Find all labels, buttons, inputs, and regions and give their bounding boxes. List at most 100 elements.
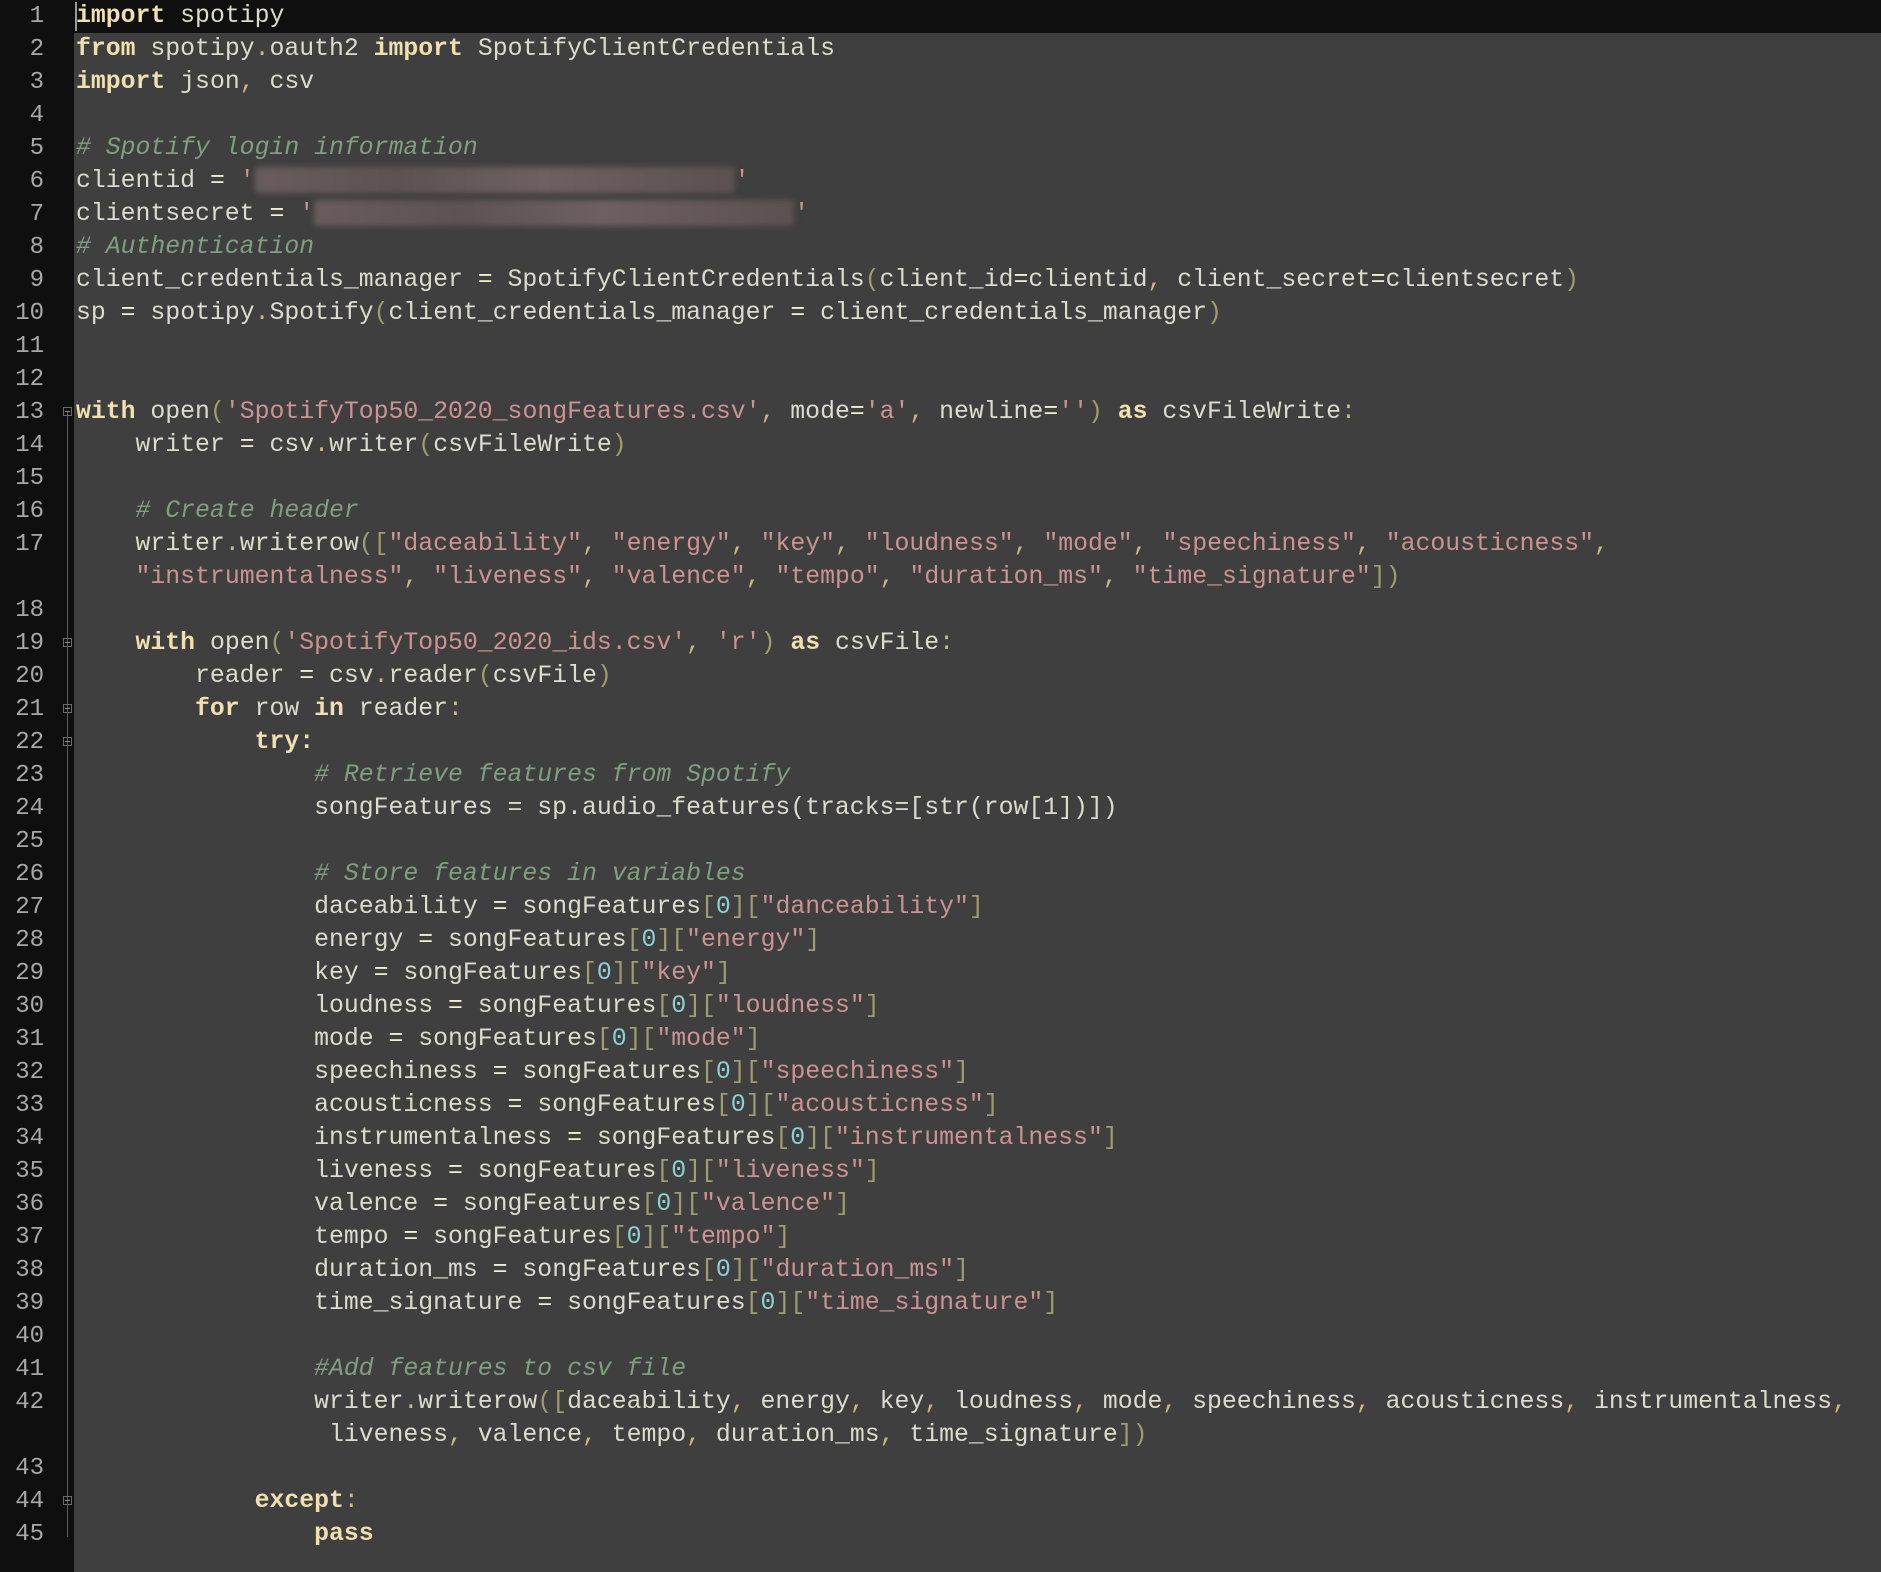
code-text: daceability = songFeatures[0]["danceabil… xyxy=(76,891,984,924)
code-line[interactable]: 33 acousticness = songFeatures[0]["acous… xyxy=(0,1089,1881,1122)
code-line[interactable]: 31 mode = songFeatures[0]["mode"] xyxy=(0,1023,1881,1056)
code-line[interactable]: 37 tempo = songFeatures[0]["tempo"] xyxy=(0,1221,1881,1254)
code-content: energy = songFeatures[0]["energy"] xyxy=(76,926,821,954)
code-line[interactable]: 7 clientsecret = ' ' xyxy=(0,198,1881,231)
line-number: 8 xyxy=(29,234,44,261)
line-number: 42 xyxy=(15,1389,44,1416)
code-line[interactable]: 1 import spotipy xyxy=(0,0,1881,33)
code-line[interactable]: 8 # Authentication xyxy=(0,231,1881,264)
line-number: 1 xyxy=(29,3,44,30)
line-number: 7 xyxy=(29,201,44,228)
code-line[interactable]: 15 xyxy=(0,462,1881,495)
code-line[interactable]: 10 sp = spotipy.Spotify(client_credential… xyxy=(0,297,1881,330)
code-content: from spotipy.oauth2 import SpotifyClient… xyxy=(76,35,835,63)
code-editor[interactable]: 1 import spotipy 2 from spotipy.oauth2 impo… xyxy=(0,0,1881,1551)
fold-collapse-icon[interactable] xyxy=(63,704,72,713)
code-content: acousticness = songFeatures[0]["acoustic… xyxy=(76,1091,999,1119)
line-number: 25 xyxy=(15,828,44,855)
code-line[interactable]: 14 writer = csv.writer(csvFileWrite) xyxy=(0,429,1881,462)
code-line[interactable]: 9 client_credentials_manager = SpotifyCli… xyxy=(0,264,1881,297)
code-line[interactable]: 43 xyxy=(0,1452,1881,1485)
code-text: time_signature = songFeatures[0]["time_s… xyxy=(76,1287,1058,1320)
fold-collapse-icon[interactable] xyxy=(63,1496,72,1505)
code-line[interactable]: 12 xyxy=(0,363,1881,396)
line-number: 30 xyxy=(15,993,44,1020)
code-text: # Retrieve features from Spotify xyxy=(76,759,790,792)
code-line[interactable]: 2 from spotipy.oauth2 import SpotifyClien… xyxy=(0,33,1881,66)
line-number: 9 xyxy=(29,267,44,294)
code-line[interactable]: 26 # Store features in variables xyxy=(0,858,1881,891)
code-line[interactable]: 28 energy = songFeatures[0]["energy"] xyxy=(0,924,1881,957)
code-line-wrapped[interactable]: "instrumentalness", "liveness", "valence… xyxy=(0,561,1881,594)
code-text: writer.writerow([daceability, energy, ke… xyxy=(76,1386,1847,1419)
code-text: tempo = songFeatures[0]["tempo"] xyxy=(76,1221,790,1254)
code-text: songFeatures = sp.audio_features(tracks=… xyxy=(76,792,1118,825)
code-content: valence = songFeatures[0]["valence"] xyxy=(76,1190,850,1218)
code-content: writer.writerow(["daceability", "energy"… xyxy=(76,530,1609,558)
code-text: from spotipy.oauth2 import SpotifyClient… xyxy=(76,33,835,66)
code-line[interactable]: 24 songFeatures = sp.audio_features(trac… xyxy=(0,792,1881,825)
code-text: clientsecret = ' ' xyxy=(76,198,809,231)
code-line[interactable]: 11 xyxy=(0,330,1881,363)
code-text: try: xyxy=(76,726,315,759)
line-number: 22 xyxy=(15,729,44,756)
code-line-wrapped[interactable]: liveness, valence, tempo, duration_ms, t… xyxy=(0,1419,1881,1452)
code-line[interactable]: 17 writer.writerow(["daceability", "ener… xyxy=(0,528,1881,561)
code-line[interactable]: 32 speechiness = songFeatures[0]["speech… xyxy=(0,1056,1881,1089)
string-quote: ' xyxy=(734,167,750,195)
code-line[interactable]: 16 # Create header xyxy=(0,495,1881,528)
code-line[interactable]: 36 valence = songFeatures[0]["valence"] xyxy=(0,1188,1881,1221)
code-content: client_credentials_manager = SpotifyClie… xyxy=(76,266,1580,294)
code-line[interactable]: 3 import json, csv xyxy=(0,66,1881,99)
line-number: 31 xyxy=(15,1026,44,1053)
code-line[interactable]: 40 xyxy=(0,1320,1881,1353)
code-line[interactable]: 21 for row in reader: xyxy=(0,693,1881,726)
code-text: "instrumentalness", "liveness", "valence… xyxy=(76,561,1401,594)
code-line[interactable]: 42 writer.writerow([daceability, energy,… xyxy=(0,1386,1881,1419)
code-content: liveness, valence, tempo, duration_ms, t… xyxy=(76,1421,1148,1449)
code-text: with open('SpotifyTop50_2020_songFeature… xyxy=(76,396,1356,429)
code-line[interactable]: 6 clientid = ' ' xyxy=(0,165,1881,198)
line-number: 10 xyxy=(15,300,44,327)
code-line[interactable]: 23 # Retrieve features from Spotify xyxy=(0,759,1881,792)
line-number: 15 xyxy=(15,465,44,492)
code-text: duration_ms = songFeatures[0]["duration_… xyxy=(76,1254,969,1287)
code-line[interactable]: 38 duration_ms = songFeatures[0]["durati… xyxy=(0,1254,1881,1287)
code-text: liveness = songFeatures[0]["liveness"] xyxy=(76,1155,880,1188)
fold-collapse-icon[interactable] xyxy=(63,638,72,647)
code-line[interactable]: 19 with open('SpotifyTop50_2020_ids.csv'… xyxy=(0,627,1881,660)
code-line[interactable]: 18 xyxy=(0,594,1881,627)
code-content: liveness = songFeatures[0]["liveness"] xyxy=(76,1157,880,1185)
code-line[interactable]: 4 xyxy=(0,99,1881,132)
code-line[interactable]: 20 reader = csv.reader(csvFile) xyxy=(0,660,1881,693)
code-line[interactable]: 27 daceability = songFeatures[0]["dancea… xyxy=(0,891,1881,924)
code-text: acousticness = songFeatures[0]["acoustic… xyxy=(76,1089,999,1122)
code-text: # Create header xyxy=(76,495,359,528)
code-text: # Authentication xyxy=(76,231,314,264)
line-number: 43 xyxy=(15,1455,44,1482)
code-content: except: xyxy=(254,1487,359,1515)
code-line[interactable]: 25 xyxy=(0,825,1881,858)
line-number: 29 xyxy=(15,960,44,987)
code-line[interactable]: 44 except: xyxy=(0,1485,1881,1518)
code-line[interactable]: 41 #Add features to csv file xyxy=(0,1353,1881,1386)
code-line[interactable]: 30 loudness = songFeatures[0]["loudness"… xyxy=(0,990,1881,1023)
code-line[interactable]: 29 key = songFeatures[0]["key"] xyxy=(0,957,1881,990)
code-line[interactable]: 22 try: xyxy=(0,726,1881,759)
code-line[interactable]: 35 liveness = songFeatures[0]["liveness"… xyxy=(0,1155,1881,1188)
code-line[interactable]: 34 instrumentalness = songFeatures[0]["i… xyxy=(0,1122,1881,1155)
code-content: clientsecret = ' xyxy=(76,200,315,228)
code-content: with open('SpotifyTop50_2020_ids.csv', '… xyxy=(135,629,955,657)
line-number: 40 xyxy=(15,1323,44,1350)
line-number: 4 xyxy=(29,102,44,129)
line-number: 34 xyxy=(15,1125,44,1152)
fold-collapse-icon[interactable] xyxy=(63,737,72,746)
redacted-secret xyxy=(254,167,735,194)
code-line[interactable]: 13 with open('SpotifyTop50_2020_songFeatu… xyxy=(0,396,1881,429)
code-line[interactable]: 39 time_signature = songFeatures[0]["tim… xyxy=(0,1287,1881,1320)
code-text: mode = songFeatures[0]["mode"] xyxy=(76,1023,761,1056)
code-content: writer = csv.writer(csvFileWrite) xyxy=(76,431,627,459)
fold-collapse-icon[interactable] xyxy=(63,407,72,416)
code-line[interactable]: 5 # Spotify login information xyxy=(0,132,1881,165)
code-line[interactable]: 45 pass xyxy=(0,1518,1881,1551)
